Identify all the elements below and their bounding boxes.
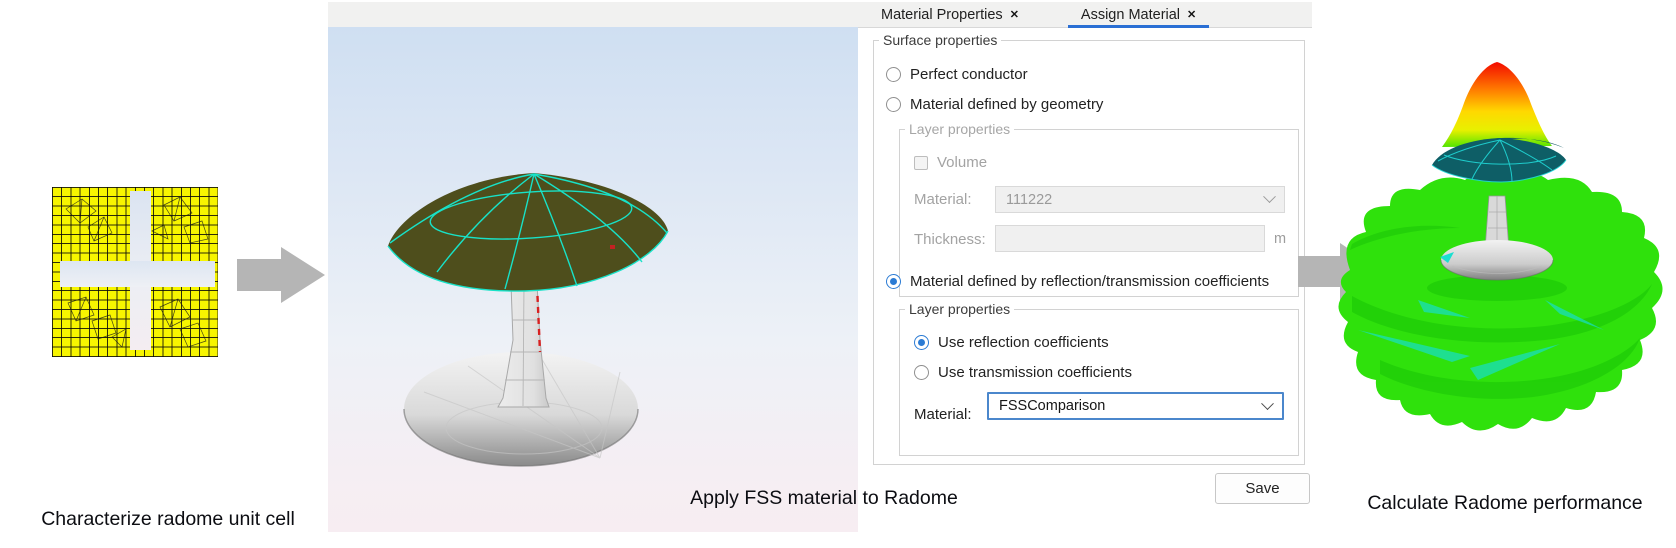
radio-label: Use transmission coefficients xyxy=(938,364,1132,381)
radio-label: Perfect conductor xyxy=(910,66,1028,83)
radio-row-perfect-conductor[interactable]: Perfect conductor xyxy=(886,66,1028,83)
material-label: Material: xyxy=(914,406,972,423)
workflow-arrow-1 xyxy=(237,247,325,303)
radome-dome xyxy=(388,173,668,291)
chevron-down-icon xyxy=(1263,190,1276,203)
main-lobe xyxy=(1442,62,1552,147)
radio-button[interactable] xyxy=(886,97,901,112)
group-title: Surface properties xyxy=(879,32,1001,48)
step2-caption: Apply FSS material to Radome xyxy=(674,487,974,510)
step3-caption: Calculate Radome performance xyxy=(1355,492,1655,515)
radiation-pattern-image xyxy=(1320,40,1676,460)
material-dropdown[interactable]: FSSComparison xyxy=(987,392,1284,420)
dropdown-value: FSSComparison xyxy=(999,398,1105,414)
radio-row-material-by-coefficients[interactable]: Material defined by reflection/transmiss… xyxy=(886,273,1269,290)
radio-row-use-transmission[interactable]: Use transmission coefficients xyxy=(914,364,1132,381)
checkbox-label: Volume xyxy=(937,154,987,171)
thickness-label: Thickness: xyxy=(914,231,986,248)
radio-label: Material defined by reflection/transmiss… xyxy=(910,273,1269,290)
tab-material-properties[interactable]: Material Properties ✕ xyxy=(868,2,1032,28)
material-dropdown-disabled[interactable]: 111222 xyxy=(995,186,1285,213)
radio-button[interactable] xyxy=(886,67,901,82)
tab-label: Assign Material xyxy=(1081,7,1180,23)
geometry-layer-properties-group: Layer properties Volume Material: 111222… xyxy=(899,129,1299,297)
tab-bar: Material Properties ✕ Assign Material ✕ xyxy=(868,2,1209,28)
radio-button[interactable] xyxy=(914,365,929,380)
chevron-down-icon xyxy=(1261,397,1274,410)
fss-cross-horizontal-arm xyxy=(60,261,215,287)
radio-button-selected[interactable] xyxy=(886,274,901,289)
dropdown-value: 111222 xyxy=(1006,192,1052,208)
radio-row-use-reflection[interactable]: Use reflection coefficients xyxy=(914,334,1109,351)
group-title: Layer properties xyxy=(905,301,1014,317)
material-label: Material: xyxy=(914,191,972,208)
assign-material-panel: Surface properties Perfect conductor Mat… xyxy=(858,27,1312,548)
coefficients-layer-properties-group: Layer properties Use reflection coeffici… xyxy=(899,309,1299,456)
close-icon[interactable]: ✕ xyxy=(1187,8,1196,21)
volume-checkbox[interactable] xyxy=(914,156,928,170)
step1-caption: Characterize radome unit cell xyxy=(18,508,318,531)
3d-view-pane[interactable] xyxy=(328,27,858,532)
save-button[interactable]: Save xyxy=(1215,473,1310,504)
volume-checkbox-row[interactable]: Volume xyxy=(914,154,987,171)
radome-antenna-model xyxy=(328,27,858,532)
radio-row-material-by-geometry[interactable]: Material defined by geometry xyxy=(886,96,1103,113)
selection-point-marker xyxy=(610,245,615,249)
close-icon[interactable]: ✕ xyxy=(1010,8,1019,21)
workflow-figure: { "workflow": { "step1_label": "Characte… xyxy=(0,0,1676,548)
thickness-unit: m xyxy=(1274,231,1286,247)
group-title: Layer properties xyxy=(905,121,1014,137)
radio-label: Use reflection coefficients xyxy=(938,334,1109,351)
thickness-input-disabled[interactable] xyxy=(995,225,1265,252)
radio-label: Material defined by geometry xyxy=(910,96,1103,113)
surface-properties-group: Surface properties Perfect conductor Mat… xyxy=(873,40,1305,465)
radio-button-selected[interactable] xyxy=(914,335,929,350)
tab-label: Material Properties xyxy=(881,7,1003,23)
tab-assign-material[interactable]: Assign Material ✕ xyxy=(1068,2,1209,28)
unit-cell-mesh-image xyxy=(52,187,218,357)
